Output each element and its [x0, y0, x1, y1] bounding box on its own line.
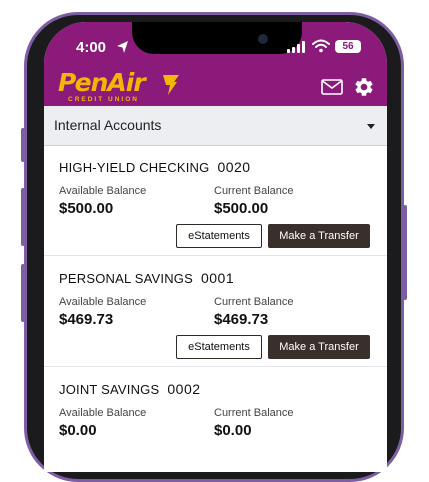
account-name: PERSONAL SAVINGS: [59, 271, 193, 286]
available-balance-value: $469.73: [59, 311, 114, 328]
signal-icon: [287, 41, 305, 53]
location-arrow-icon: [117, 41, 128, 53]
account-name: JOINT SAVINGS: [59, 382, 160, 397]
status-time: 4:00: [76, 39, 107, 56]
wifi-icon: [312, 39, 330, 53]
status-bar: 4:00 56: [44, 22, 387, 68]
account-type-dropdown[interactable]: Internal Accounts: [44, 106, 387, 146]
account-number: 0002: [167, 381, 201, 397]
current-balance-label: Current Balance: [214, 185, 294, 197]
penair-logo[interactable]: PenAir CREDIT UNION: [58, 68, 179, 103]
logo-subtitle: CREDIT UNION: [68, 96, 139, 103]
gear-icon[interactable]: [353, 76, 375, 98]
app-header: 4:00 56 PenAir CREDIT UNION: [44, 22, 387, 106]
account-name: HIGH-YIELD CHECKING: [59, 160, 210, 175]
side-button-mute: [21, 128, 25, 162]
logo-wordmark: PenAir: [58, 68, 146, 97]
side-button-volume-down: [21, 264, 25, 322]
battery-indicator: 56: [335, 40, 361, 53]
account-card-joint-savings[interactable]: JOINT SAVINGS 0002 Available Balance $0.0…: [44, 368, 387, 472]
chevron-down-icon: [367, 124, 375, 129]
account-number: 0020: [217, 159, 251, 175]
estatements-button[interactable]: eStatements: [176, 335, 262, 359]
account-header: PERSONAL SAVINGS 0001: [59, 270, 234, 286]
estatements-button[interactable]: eStatements: [176, 224, 262, 248]
available-balance-value: $500.00: [59, 200, 114, 217]
available-balance-label: Available Balance: [59, 185, 147, 197]
phone-notch: [132, 22, 302, 54]
current-balance-value: $500.00: [214, 200, 269, 217]
account-header: JOINT SAVINGS 0002: [59, 381, 201, 397]
current-balance-value: $469.73: [214, 311, 269, 328]
logo-mark-icon: [163, 75, 179, 95]
front-camera: [258, 34, 268, 44]
current-balance-value: $0.00: [214, 422, 252, 439]
account-card-high-yield-checking[interactable]: HIGH-YIELD CHECKING 0020 Available Balanc…: [44, 146, 387, 256]
current-balance-label: Current Balance: [214, 296, 294, 308]
mail-icon[interactable]: [321, 79, 343, 95]
available-balance-label: Available Balance: [59, 296, 147, 308]
account-header: HIGH-YIELD CHECKING 0020: [59, 159, 251, 175]
make-transfer-button[interactable]: Make a Transfer: [268, 224, 370, 248]
side-button-volume-up: [21, 188, 25, 246]
current-balance-label: Current Balance: [214, 407, 294, 419]
available-balance-value: $0.00: [59, 422, 97, 439]
make-transfer-button[interactable]: Make a Transfer: [268, 335, 370, 359]
account-number: 0001: [200, 270, 235, 286]
available-balance-label: Available Balance: [59, 407, 147, 419]
dropdown-label: Internal Accounts: [54, 117, 162, 133]
side-button-power: [403, 205, 407, 300]
account-card-personal-savings[interactable]: PERSONAL SAVINGS 0001 Available Balance $…: [44, 257, 387, 367]
phone-screen: 4:00 56 PenAir CREDIT UNION Internal Acc…: [44, 22, 387, 472]
